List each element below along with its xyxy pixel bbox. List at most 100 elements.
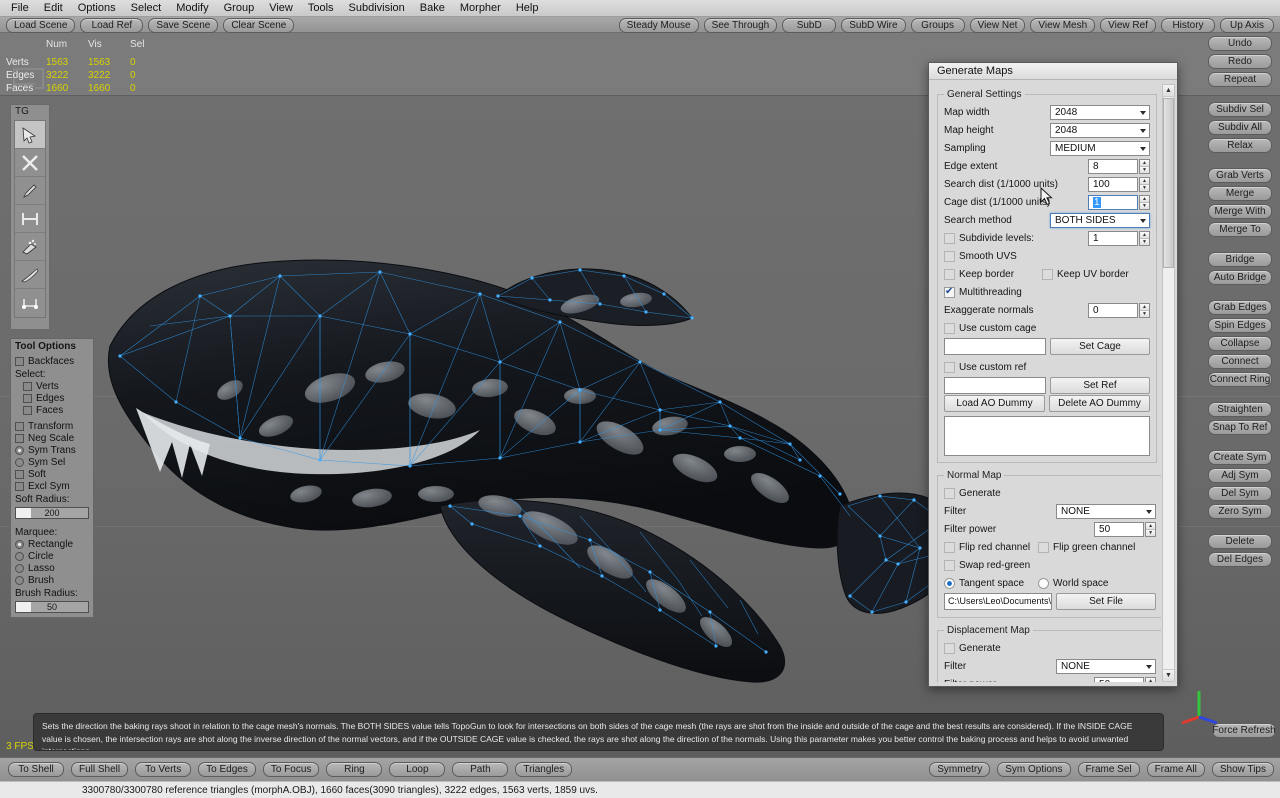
search-dist-stepper[interactable]: ▲▼ xyxy=(1139,177,1150,192)
flip-green-channel-checkbox[interactable]: Flip green channel xyxy=(1038,542,1156,553)
sampling-dropdown[interactable]: MEDIUM xyxy=(1050,141,1150,156)
marquee-circle-radio[interactable]: Circle xyxy=(15,550,89,562)
opt-excl-sym-checkbox[interactable]: Excl Sym xyxy=(15,480,89,492)
sym-sym-trans-radio[interactable]: Sym Trans xyxy=(15,444,89,456)
bottom-full-shell-button[interactable]: Full Shell xyxy=(71,762,128,777)
displacement-filter-dropdown[interactable]: NONE xyxy=(1056,659,1156,674)
tangent-space-radio[interactable]: Tangent space xyxy=(944,578,1038,589)
toolbar-subd-button[interactable]: SubD xyxy=(782,18,836,33)
rail-connect-button[interactable]: Connect xyxy=(1208,354,1272,369)
bottom-loop-button[interactable]: Loop xyxy=(389,762,445,777)
toolbar-load-scene-button[interactable]: Load Scene xyxy=(6,18,75,33)
normal-generate-checkbox[interactable]: Generate xyxy=(944,488,1001,499)
menu-item-modify[interactable]: Modify xyxy=(169,1,215,15)
subdivide-levels-checkbox[interactable]: Subdivide levels: xyxy=(944,233,1088,244)
normal-map-path-field[interactable]: C:\Users\Leo\Documents\ xyxy=(944,593,1052,610)
rail-grab-edges-button[interactable]: Grab Edges xyxy=(1208,300,1272,315)
menu-item-view[interactable]: View xyxy=(262,1,300,15)
rail-del-edges-button[interactable]: Del Edges xyxy=(1208,552,1272,567)
sym-sym-sel-radio[interactable]: Sym Sel xyxy=(15,456,89,468)
bottom-frame-all-button[interactable]: Frame All xyxy=(1147,762,1205,777)
keep-uv-border-checkbox[interactable]: Keep UV border xyxy=(1042,269,1150,280)
mode-transform-checkbox[interactable]: Transform xyxy=(15,420,89,432)
subdivide-levels-stepper[interactable]: ▲▼ xyxy=(1139,231,1150,246)
toolbar-view-net-button[interactable]: View Net xyxy=(970,18,1026,33)
disp-filter-power-stepper[interactable]: ▲▼ xyxy=(1145,677,1156,682)
toolbar-load-ref-button[interactable]: Load Ref xyxy=(80,18,143,33)
rail-grab-verts-button[interactable]: Grab Verts xyxy=(1208,168,1272,183)
bottom-sym-options-button[interactable]: Sym Options xyxy=(997,762,1070,777)
exaggerate-normals-input[interactable]: 0 xyxy=(1088,303,1138,318)
menu-item-tools[interactable]: Tools xyxy=(301,1,341,15)
rail-adj-sym-button[interactable]: Adj Sym xyxy=(1208,468,1272,483)
bottom-to-verts-button[interactable]: To Verts xyxy=(135,762,191,777)
brush-radius-slider[interactable]: 50 xyxy=(15,601,89,613)
rail-straighten-button[interactable]: Straighten xyxy=(1208,402,1272,417)
opt-soft-checkbox[interactable]: Soft xyxy=(15,468,89,480)
load-ao-dummy-button[interactable]: Load AO Dummy xyxy=(944,395,1045,412)
rail-bridge-button[interactable]: Bridge xyxy=(1208,252,1272,267)
cage-dist-input[interactable]: 1 xyxy=(1088,195,1138,210)
search-method-dropdown[interactable]: BOTH SIDES xyxy=(1050,213,1150,228)
edge-extent-input[interactable]: 8 xyxy=(1088,159,1138,174)
toolbar-clear-scene-button[interactable]: Clear Scene xyxy=(223,18,294,33)
toolbar-up-axis-button[interactable]: Up Axis xyxy=(1220,18,1274,33)
map-width-dropdown[interactable]: 2048 xyxy=(1050,105,1150,120)
use-custom-cage-checkbox[interactable]: Use custom cage xyxy=(944,323,1036,334)
toolbar-groups-button[interactable]: Groups xyxy=(911,18,965,33)
toolbar-steady-mouse-button[interactable]: Steady Mouse xyxy=(619,18,699,33)
marquee-brush-radio[interactable]: Brush xyxy=(15,574,89,586)
generate-maps-dialog[interactable]: Generate Maps ▲ ▼ General Settings Map w… xyxy=(928,62,1178,687)
keep-border-checkbox[interactable]: Keep border xyxy=(944,269,1042,280)
smooth-uvs-checkbox[interactable]: Smooth UVS xyxy=(944,251,1017,262)
swap-red-green-checkbox[interactable]: Swap red-green xyxy=(944,560,1030,571)
bottom-show-tips-button[interactable]: Show Tips xyxy=(1212,762,1274,777)
search-dist-input[interactable]: 100 xyxy=(1088,177,1138,192)
menu-item-options[interactable]: Options xyxy=(71,1,123,15)
blade-tool-icon[interactable] xyxy=(15,261,45,289)
bottom-symmetry-button[interactable]: Symmetry xyxy=(929,762,990,777)
rail-merge-button[interactable]: Merge xyxy=(1208,186,1272,201)
toolbar-view-mesh-button[interactable]: View Mesh xyxy=(1030,18,1095,33)
rail-merge-with-button[interactable]: Merge With xyxy=(1208,204,1272,219)
rail-collapse-button[interactable]: Collapse xyxy=(1208,336,1272,351)
whale-model-mesh[interactable] xyxy=(80,176,960,696)
menu-item-select[interactable]: Select xyxy=(124,1,169,15)
select-verts-checkbox[interactable]: Verts xyxy=(15,380,89,392)
rail-subdiv-sel-button[interactable]: Subdiv Sel xyxy=(1208,102,1272,117)
bottom-to-shell-button[interactable]: To Shell xyxy=(8,762,64,777)
bottom-to-focus-button[interactable]: To Focus xyxy=(263,762,320,777)
exaggerate-normals-stepper[interactable]: ▲▼ xyxy=(1139,303,1150,318)
ref-path-field[interactable] xyxy=(944,377,1046,394)
set-ref-button[interactable]: Set Ref xyxy=(1050,377,1150,394)
select-edges-checkbox[interactable]: Edges xyxy=(15,392,89,404)
scroll-down-arrow-icon[interactable]: ▼ xyxy=(1163,669,1174,681)
toolbar-save-scene-button[interactable]: Save Scene xyxy=(148,18,218,33)
backfaces-checkbox[interactable]: Backfaces xyxy=(15,355,89,367)
rail-delete-button[interactable]: Delete xyxy=(1208,534,1272,549)
rail-relax-button[interactable]: Relax xyxy=(1208,138,1272,153)
set-cage-button[interactable]: Set Cage xyxy=(1050,338,1150,355)
toolbar-history-button[interactable]: History xyxy=(1161,18,1215,33)
dialog-scrollbar[interactable]: ▲ ▼ xyxy=(1162,84,1175,682)
toolbar-see-through-button[interactable]: See Through xyxy=(704,18,778,33)
menu-item-edit[interactable]: Edit xyxy=(37,1,70,15)
scroll-up-arrow-icon[interactable]: ▲ xyxy=(1163,85,1174,97)
menu-item-bake[interactable]: Bake xyxy=(413,1,452,15)
flip-red-channel-checkbox[interactable]: Flip red channel xyxy=(944,542,1038,553)
menu-item-help[interactable]: Help xyxy=(509,1,546,15)
select-arrow-tool-icon[interactable] xyxy=(15,121,45,149)
displacement-filter-power-input[interactable]: 50 xyxy=(1094,677,1144,682)
normal-filter-power-stepper[interactable]: ▲▼ xyxy=(1145,522,1156,537)
toolbar-view-ref-button[interactable]: View Ref xyxy=(1100,18,1156,33)
rail-snap-to-ref-button[interactable]: Snap To Ref xyxy=(1208,420,1272,435)
draw-pen-tool-icon[interactable] xyxy=(15,177,45,205)
menu-item-group[interactable]: Group xyxy=(217,1,262,15)
use-custom-ref-checkbox[interactable]: Use custom ref xyxy=(944,362,1026,373)
path-tool-icon[interactable] xyxy=(15,289,45,317)
multithreading-checkbox[interactable]: Multithreading xyxy=(944,287,1022,298)
delete-ao-dummy-button[interactable]: Delete AO Dummy xyxy=(1049,395,1150,412)
rail-subdiv-all-button[interactable]: Subdiv All xyxy=(1208,120,1272,135)
menu-item-morpher[interactable]: Morpher xyxy=(453,1,508,15)
rail-redo-button[interactable]: Redo xyxy=(1208,54,1272,69)
